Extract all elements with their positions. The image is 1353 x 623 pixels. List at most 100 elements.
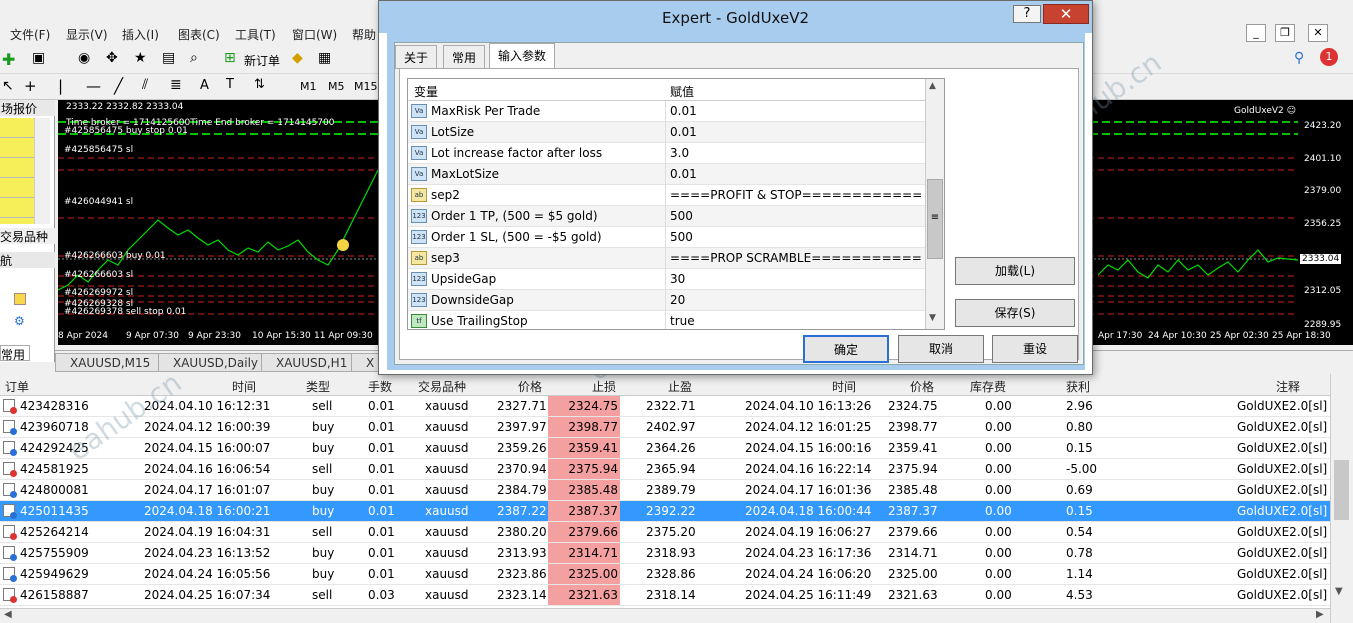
meta-editor-icon[interactable]: ◆ (292, 50, 303, 66)
param-row[interactable]: Va MaxRisk Per Trade 0.01 (408, 101, 925, 122)
param-value[interactable]: 500 (670, 230, 922, 244)
timeframe-m1[interactable]: M1 (300, 80, 317, 93)
navigator-icon[interactable]: ★ (134, 50, 147, 66)
column-price[interactable]: 价格 (518, 378, 542, 395)
dialog-titlebar[interactable]: Expert - GoldUxeV2 ? ✕ (379, 1, 1092, 33)
close-icon[interactable]: ✕ (1308, 24, 1328, 42)
param-value[interactable]: 0.01 (670, 167, 922, 181)
horizontal-line-icon[interactable]: — (86, 77, 101, 95)
expert-label[interactable]: GoldUxeV2 ☺ (1234, 106, 1296, 116)
scrollbar-thumb[interactable] (1334, 460, 1349, 520)
scroll-down-icon[interactable]: ▼ (929, 313, 936, 323)
param-row[interactable]: Va LotSize 0.01 (408, 122, 925, 143)
crosshair-icon[interactable]: ✥ (106, 50, 118, 66)
terminal-icon[interactable]: ▤ (162, 50, 175, 66)
market-watch-grid[interactable] (0, 118, 34, 224)
param-row[interactable]: 123 Order 1 SL, (500 = -$5 gold) 500 (408, 227, 925, 248)
param-value[interactable]: 20 (670, 293, 922, 307)
crosshair-tool-icon[interactable]: + (24, 77, 37, 95)
param-row[interactable]: ab sep3 ====PROP SCRAMBLE============... (408, 248, 925, 269)
column-close-time[interactable]: 时间 (832, 378, 856, 395)
table-row[interactable]: 425755909 2024.04.23 16:13:52 buy 0.01 xauus… (0, 543, 1330, 564)
new-order-icon[interactable]: ⊞ (224, 50, 236, 66)
param-row[interactable]: Va MaxLotSize 0.01 (408, 164, 925, 185)
param-value[interactable]: true (670, 314, 922, 328)
column-sl[interactable]: 止损 (592, 378, 616, 395)
notification-icon[interactable]: 1 (1320, 48, 1338, 66)
cursor-icon[interactable]: ↖ (2, 78, 14, 94)
order-label[interactable]: #426266603 buy 0.01 (64, 251, 166, 261)
expert-icon[interactable] (14, 293, 26, 305)
column-comment[interactable]: 注释 (1276, 378, 1300, 395)
menu-help[interactable]: 帮助 (352, 26, 376, 43)
param-value[interactable]: 500 (670, 209, 922, 223)
chart-tab[interactable]: XAUUSD,M15 (55, 353, 166, 372)
close-icon[interactable]: ✕ (1043, 4, 1089, 24)
order-label[interactable]: #425856475 buy stop 0.01 (64, 126, 188, 136)
market-watch-icon[interactable]: ◉ (78, 50, 90, 66)
param-row[interactable]: 123 DownsideGap 20 (408, 290, 925, 311)
arrows-icon[interactable]: ⇅ (254, 77, 265, 92)
cancel-button[interactable]: 取消 (898, 335, 984, 363)
column-variable[interactable]: 变量 (414, 83, 438, 100)
param-row[interactable]: tf Use TrailingStop true (408, 311, 925, 329)
column-type[interactable]: 类型 (306, 378, 330, 395)
column-profit[interactable]: 获利 (1066, 378, 1090, 395)
menu-insert[interactable]: 插入(I) (122, 26, 159, 43)
scroll-left-icon[interactable]: ◀ (4, 609, 12, 620)
order-label[interactable]: #426269378 sell stop 0.01 (64, 307, 186, 317)
minimize-icon[interactable]: _ (1246, 24, 1266, 42)
param-row[interactable]: Va Lot increase factor after loss 3.0 (408, 143, 925, 164)
column-swap[interactable]: 库存费 (970, 378, 1006, 395)
menu-view[interactable]: 显示(V) (66, 26, 108, 43)
param-value[interactable]: 0.01 (670, 125, 922, 139)
column-value[interactable]: 赋值 (670, 83, 694, 100)
scroll-down-icon[interactable]: ▼ (1335, 586, 1343, 597)
search-icon[interactable]: ⚲ (1294, 50, 1304, 66)
param-value[interactable]: 0.01 (670, 104, 922, 118)
order-label[interactable]: #426266603 sl (64, 270, 133, 280)
restore-icon[interactable]: ❐ (1275, 24, 1295, 42)
symbols-tab[interactable]: 交易品种 (0, 228, 55, 244)
param-row[interactable]: ab sep2 ====PROFIT & STOP============... (408, 185, 925, 206)
table-row[interactable]: 424581925 2024.04.16 16:06:54 sell 0.01 xauu… (0, 459, 1330, 480)
load-button[interactable]: 加载(L) (955, 257, 1075, 285)
column-symbol[interactable]: 交易品种 (418, 378, 466, 395)
new-chart-icon[interactable]: ✚ (2, 50, 15, 69)
text-icon[interactable]: A (200, 78, 209, 93)
column-time[interactable]: 时间 (232, 378, 256, 395)
fibonacci-icon[interactable]: ≣ (170, 77, 182, 93)
column-lots[interactable]: 手数 (368, 378, 392, 395)
trendline-icon[interactable]: ╱ (114, 77, 123, 95)
table-row[interactable]: 425011435 2024.04.18 16:00:21 buy 0.01 xauus… (0, 501, 1330, 522)
text-label-icon[interactable]: T (226, 77, 234, 92)
ok-button[interactable]: 确定 (803, 335, 889, 363)
menu-charts[interactable]: 图表(C) (178, 26, 220, 43)
table-row[interactable]: 425264214 2024.04.19 16:04:31 sell 0.01 xauu… (0, 522, 1330, 543)
menu-file[interactable]: 文件(F) (10, 26, 50, 43)
params-scrollbar[interactable]: ▲ ≡ ▼ (925, 79, 944, 329)
chart-tab[interactable]: XAUUSD,Daily (158, 353, 274, 372)
tab-inputs[interactable]: 输入参数 (489, 43, 556, 70)
scroll-up-icon[interactable]: ▲ (929, 81, 936, 91)
scrollbar-thumb[interactable]: ≡ (927, 179, 943, 259)
script-icon[interactable]: ⚙ (14, 314, 28, 328)
column-close-price[interactable]: 价格 (910, 378, 934, 395)
column-order[interactable]: 订单 (5, 378, 29, 395)
table-row[interactable]: 424292425 2024.04.15 16:00:07 buy 0.01 xauus… (0, 438, 1330, 459)
vertical-line-icon[interactable]: | (58, 77, 63, 95)
order-label[interactable]: #426269972 sl (64, 288, 133, 298)
table-row[interactable]: 423428316 2024.04.10 16:12:31 sell 0.01 xauu… (0, 396, 1330, 417)
horizontal-scrollbar[interactable]: ◀ ▶ (0, 608, 1330, 623)
tab-common[interactable]: 常用 (443, 45, 486, 69)
order-label[interactable]: #425856475 sl (64, 145, 133, 155)
table-row[interactable]: 425949629 2024.04.24 16:05:56 buy 0.01 xauus… (0, 564, 1330, 585)
menu-window[interactable]: 窗口(W) (292, 26, 337, 43)
timeframe-m15[interactable]: M15 (354, 80, 378, 93)
param-value[interactable]: 30 (670, 272, 922, 286)
market-watch-scrollbar[interactable] (34, 118, 50, 224)
common-tab[interactable]: 常用 (0, 345, 30, 362)
table-scrollbar[interactable]: ▼ (1330, 374, 1353, 623)
tester-icon[interactable]: ⌕ (190, 50, 198, 66)
new-order-button[interactable]: 新订单 (244, 52, 280, 69)
